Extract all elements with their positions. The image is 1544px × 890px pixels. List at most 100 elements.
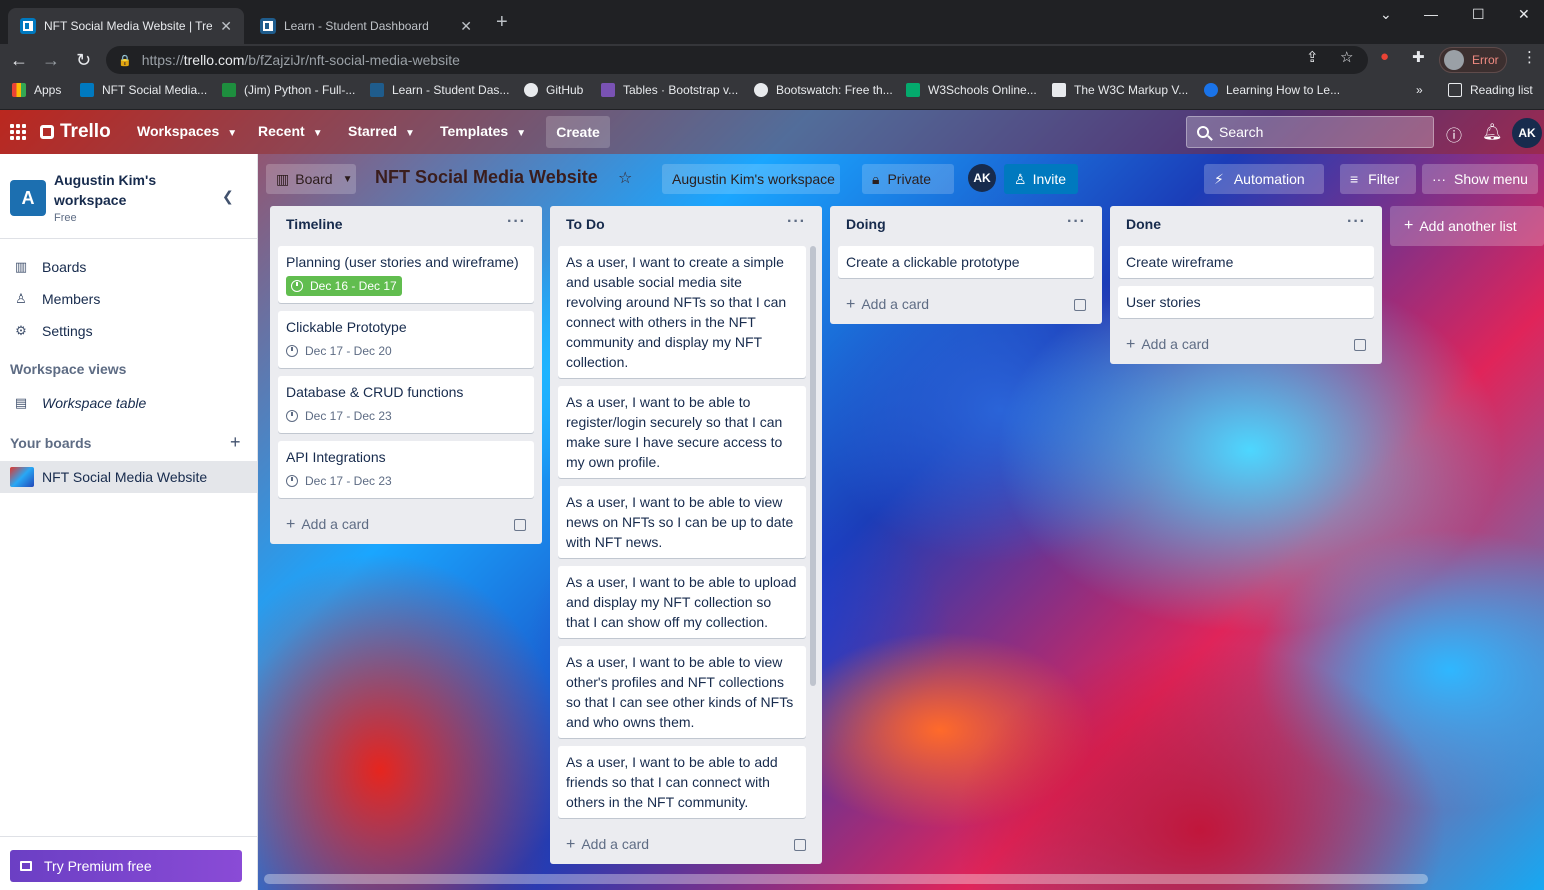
tab-search-chevron-icon[interactable]: ⌄ bbox=[1380, 6, 1392, 23]
filter-button[interactable]: ≡ Filter bbox=[1340, 164, 1416, 194]
list-menu-icon[interactable]: ··· bbox=[1347, 214, 1366, 236]
date-badge[interactable]: Dec 17 - Dec 23 bbox=[286, 406, 396, 426]
card-template-icon[interactable] bbox=[514, 519, 526, 531]
tab-trello-board[interactable]: NFT Social Media Website | Trello ✕ bbox=[8, 8, 244, 44]
close-tab-icon[interactable]: ✕ bbox=[460, 18, 472, 35]
board-title[interactable]: NFT Social Media Website bbox=[375, 167, 598, 188]
list-header[interactable]: Doing ··· bbox=[830, 206, 1102, 246]
nav-recent[interactable]: Recent ▼ bbox=[258, 123, 323, 139]
new-tab-button[interactable]: + bbox=[496, 12, 508, 32]
sidebar-item-workspace-table[interactable]: ▤ Workspace table bbox=[0, 387, 257, 419]
board-horizontal-scrollbar[interactable] bbox=[264, 874, 1428, 884]
card[interactable]: As a user, I want to be able to add frie… bbox=[558, 746, 806, 818]
collapse-sidebar-icon[interactable]: ❮ bbox=[222, 188, 234, 205]
card-template-icon[interactable] bbox=[1074, 299, 1086, 311]
bookmark-w3schools[interactable]: W3Schools Online... bbox=[906, 83, 1037, 97]
sidebar-item-members[interactable]: ♙ Members bbox=[0, 283, 257, 315]
workspace-name[interactable]: Augustin Kim's workspace bbox=[54, 170, 204, 210]
sidebar-item-settings[interactable]: ⚙ Settings bbox=[0, 315, 257, 347]
add-card-button[interactable]: + Add a card bbox=[566, 836, 649, 854]
nav-workspaces[interactable]: Workspaces ▼ bbox=[137, 123, 237, 139]
card[interactable]: Planning (user stories and wireframe) De… bbox=[278, 246, 534, 303]
color-extension-icon[interactable]: ● bbox=[1380, 48, 1389, 65]
trello-logo[interactable]: Trello bbox=[40, 121, 111, 143]
app-switcher-icon[interactable] bbox=[10, 124, 26, 140]
card[interactable]: As a user, I want to create a simple and… bbox=[558, 246, 806, 378]
date-badge[interactable]: Dec 17 - Dec 23 bbox=[286, 471, 396, 491]
star-board-icon[interactable]: ☆ bbox=[618, 168, 632, 188]
extensions-puzzle-icon[interactable]: ✚ bbox=[1412, 48, 1425, 66]
bookmark-learn[interactable]: Learn - Student Das... bbox=[370, 83, 509, 97]
browser-menu-icon[interactable]: ⋮ bbox=[1522, 48, 1537, 66]
bookmark-bootstrap[interactable]: Tables · Bootstrap v... bbox=[601, 83, 738, 97]
list-scrollbar[interactable] bbox=[810, 246, 816, 686]
card[interactable]: As a user, I want to be able to view new… bbox=[558, 486, 806, 558]
bookmark-w3c[interactable]: The W3C Markup V... bbox=[1052, 83, 1188, 97]
card[interactable]: Create a clickable prototype bbox=[838, 246, 1094, 278]
automation-button[interactable]: ⚡︎ Automation bbox=[1204, 164, 1324, 194]
nav-starred[interactable]: Starred ▼ bbox=[348, 123, 415, 139]
bookmark-star-icon[interactable]: ☆ bbox=[1340, 48, 1353, 66]
create-button[interactable]: Create bbox=[546, 116, 610, 148]
card-template-icon[interactable] bbox=[794, 839, 806, 851]
forward-arrow-icon[interactable]: → bbox=[42, 48, 60, 72]
info-icon[interactable]: ⓘ bbox=[1446, 122, 1462, 146]
list-header[interactable]: To Do ··· bbox=[550, 206, 822, 246]
bookmark-github[interactable]: GitHub bbox=[524, 83, 583, 97]
date-badge[interactable]: Dec 17 - Dec 20 bbox=[286, 341, 396, 361]
close-window-button[interactable]: ✕ bbox=[1518, 6, 1530, 23]
user-avatar[interactable]: AK bbox=[1512, 118, 1542, 148]
tab-learn-dashboard[interactable]: Learn - Student Dashboard ✕ bbox=[248, 8, 484, 44]
card[interactable]: As a user, I want to be able to view oth… bbox=[558, 646, 806, 738]
sidebar-board-nft-social-media[interactable]: NFT Social Media Website bbox=[0, 461, 257, 493]
add-card-button[interactable]: + Add a card bbox=[846, 296, 929, 314]
due-date-badge[interactable]: Dec 16 - Dec 17 bbox=[286, 276, 402, 296]
workspace-avatar[interactable]: A bbox=[10, 180, 46, 216]
close-tab-icon[interactable]: ✕ bbox=[220, 18, 232, 35]
invite-button[interactable]: ♙ Invite bbox=[1004, 164, 1078, 194]
minimize-button[interactable]: — bbox=[1424, 6, 1438, 22]
board-visibility-button[interactable]: 🔒︎ Private bbox=[862, 164, 954, 194]
board-view-switcher[interactable]: ▥ Board ▼ bbox=[266, 164, 356, 194]
add-card-button[interactable]: + Add a card bbox=[286, 516, 369, 534]
bookmark-bootswatch[interactable]: Bootswatch: Free th... bbox=[754, 83, 893, 97]
card[interactable]: Clickable Prototype Dec 17 - Dec 20 bbox=[278, 311, 534, 368]
maximize-button[interactable]: ☐ bbox=[1472, 6, 1485, 23]
search-input[interactable]: Search bbox=[1186, 116, 1434, 148]
add-board-icon[interactable]: + bbox=[230, 432, 241, 453]
back-arrow-icon[interactable]: ← bbox=[10, 48, 28, 72]
bookmark-apps[interactable]: Apps bbox=[12, 83, 61, 97]
sidebar-item-boards[interactable]: ▥ Boards bbox=[0, 251, 257, 283]
automation-icon: ⚡︎ bbox=[1214, 170, 1224, 187]
bookmark-python[interactable]: (Jim) Python - Full-... bbox=[222, 83, 355, 97]
card[interactable]: Database & CRUD functions Dec 17 - Dec 2… bbox=[278, 376, 534, 433]
list-header[interactable]: Timeline ··· bbox=[270, 206, 542, 246]
list-header[interactable]: Done ··· bbox=[1110, 206, 1382, 246]
notifications-bell-icon[interactable]: 🔔︎ bbox=[1482, 122, 1502, 142]
nav-label: Templates bbox=[440, 123, 509, 139]
more-bookmarks-icon[interactable]: » bbox=[1416, 83, 1423, 97]
address-bar[interactable]: 🔒 https://trello.com/b/fZajziJr/nft-soci… bbox=[106, 46, 1368, 74]
add-list-button[interactable]: + Add another list bbox=[1390, 206, 1544, 246]
card[interactable]: As a user, I want to be able to register… bbox=[558, 386, 806, 478]
nav-templates[interactable]: Templates ▼ bbox=[440, 123, 526, 139]
list-menu-icon[interactable]: ··· bbox=[1067, 214, 1086, 236]
card[interactable]: User stories bbox=[1118, 286, 1374, 318]
card-template-icon[interactable] bbox=[1354, 339, 1366, 351]
add-card-button[interactable]: + Add a card bbox=[1126, 336, 1209, 354]
list-menu-icon[interactable]: ··· bbox=[507, 214, 526, 236]
try-premium-button[interactable]: Try Premium free bbox=[10, 850, 242, 882]
bookmark-nft-social[interactable]: NFT Social Media... bbox=[80, 83, 207, 97]
board-member-avatar[interactable]: AK bbox=[968, 164, 996, 192]
bookmark-learning-how[interactable]: Learning How to Le... bbox=[1204, 83, 1340, 97]
card[interactable]: As a user, I want to be able to upload a… bbox=[558, 566, 806, 638]
list-menu-icon[interactable]: ··· bbox=[787, 214, 806, 236]
share-icon[interactable]: ⇪ bbox=[1306, 48, 1319, 66]
show-menu-button[interactable]: ··· Show menu bbox=[1422, 164, 1538, 194]
profile-error-button[interactable]: Error bbox=[1439, 47, 1507, 73]
reading-list-button[interactable]: Reading list bbox=[1448, 83, 1533, 97]
card[interactable]: Create wireframe bbox=[1118, 246, 1374, 278]
reload-icon[interactable]: ↻ bbox=[76, 48, 91, 72]
card[interactable]: API Integrations Dec 17 - Dec 23 bbox=[278, 441, 534, 498]
board-workspace-button[interactable]: Augustin Kim's workspace bbox=[662, 164, 840, 194]
